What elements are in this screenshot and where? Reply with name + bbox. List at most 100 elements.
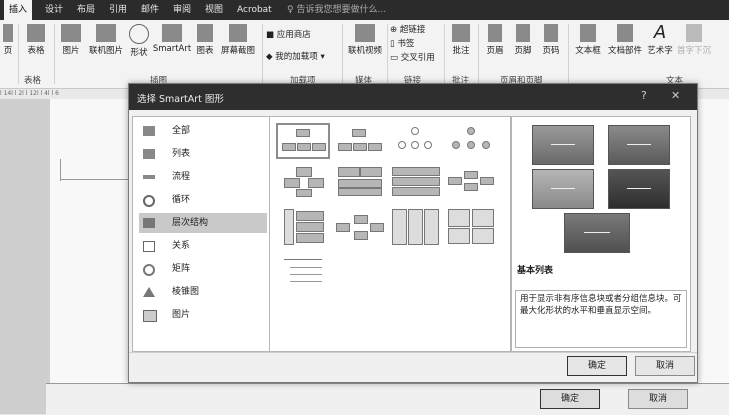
category-pyramid[interactable]: 棱锥图 (139, 282, 267, 302)
outer-dialog-footer (46, 383, 729, 415)
category-matrix[interactable]: 矩阵 (139, 259, 267, 279)
category-cycle[interactable]: 循环 (139, 190, 267, 210)
help-button[interactable]: ? (641, 89, 647, 102)
outer-cancel-button[interactable]: 取消 (628, 389, 688, 409)
wordart-button[interactable]: A 艺术字 (646, 22, 674, 57)
matrix-icon (143, 264, 155, 276)
layout-shape (360, 167, 382, 177)
tell-me-box[interactable]: ♀ 告诉我您想要做什么... (282, 0, 391, 20)
dropcap-label: 首字下沉 (676, 46, 711, 56)
layout-shape (411, 141, 419, 149)
preview-shape (608, 125, 670, 165)
layout-shape (282, 143, 296, 151)
layout-vertical-list[interactable] (280, 209, 326, 245)
layout-shape (308, 178, 324, 188)
layout-architecture[interactable] (392, 167, 440, 196)
layout-hierarchy-list[interactable] (448, 209, 494, 245)
page-number-button[interactable]: 页码 (538, 24, 564, 56)
ok-button[interactable]: 确定 (567, 356, 627, 376)
layout-org-chart[interactable] (276, 123, 330, 159)
tab-mailings[interactable]: 邮件 (136, 0, 164, 20)
layout-horizontal-org[interactable] (336, 209, 384, 245)
online-video-button[interactable]: 联机视频 (345, 24, 385, 56)
category-hierarchy[interactable]: 层次结构 (139, 213, 267, 233)
bookmark-button[interactable]: ▯ 书签 (390, 37, 414, 49)
my-addins-button[interactable]: ◆ 我的加载项 ▾ (266, 50, 325, 62)
layout-shape (448, 177, 462, 185)
category-picture[interactable]: 图片 (139, 305, 267, 325)
page-number-icon (544, 24, 558, 42)
page-button[interactable]: 页 (0, 24, 16, 56)
list-icon (143, 149, 155, 159)
tab-view[interactable]: 视图 (200, 0, 228, 20)
tab-references[interactable]: 引用 (104, 0, 132, 20)
footer-button[interactable]: 页脚 (510, 24, 536, 56)
doc-parts-label: 文档部件 (607, 46, 642, 56)
category-label: 矩阵 (172, 264, 191, 274)
layout-shape (392, 209, 407, 245)
link-icon: ⊕ (390, 25, 398, 35)
table-button[interactable]: 表格 (22, 24, 50, 56)
cross-ref-button[interactable]: ▭ 交叉引用 (390, 51, 435, 63)
hyperlink-button[interactable]: ⊕ 超链接 (390, 23, 425, 35)
layout-shape (398, 141, 406, 149)
online-picture-button[interactable]: 联机图片 (86, 24, 126, 56)
doc-parts-icon (617, 24, 633, 42)
textbox-button[interactable]: 文本框 (572, 24, 604, 56)
outer-ok-button[interactable]: 确定 (540, 389, 600, 409)
tab-insert[interactable]: 插入 (4, 0, 33, 20)
comment-icon (452, 24, 470, 42)
category-process[interactable]: 流程 (139, 167, 267, 187)
shapes-button[interactable]: 形状 (128, 24, 150, 58)
tab-acrobat[interactable]: Acrobat (232, 0, 277, 20)
layout-horizontal-hierarchy[interactable] (448, 167, 494, 195)
all-icon (143, 126, 155, 136)
category-all[interactable]: 全部 (139, 121, 267, 141)
smartart-button[interactable]: SmartArt (152, 24, 192, 54)
layout-lined-list[interactable] (280, 255, 326, 283)
screenshot-button[interactable]: 屏幕截图 (218, 24, 258, 56)
layout-labeled-hierarchy[interactable] (448, 127, 494, 155)
category-label: 层次结构 (172, 218, 209, 228)
tab-design[interactable]: 设计 (40, 0, 68, 20)
chart-icon (197, 24, 213, 42)
category-label: 全部 (172, 126, 191, 136)
layout-hierarchy[interactable] (280, 167, 326, 197)
layout-grouped-list[interactable] (392, 209, 439, 245)
comment-label: 批注 (452, 46, 470, 56)
divider (342, 24, 343, 84)
header-label: 页眉 (486, 46, 504, 56)
layout-name-title-org[interactable] (336, 127, 382, 155)
wordart-icon: A (653, 22, 667, 43)
doc-parts-button[interactable]: 文档部件 (606, 24, 644, 56)
screenshot-label: 屏幕截图 (220, 46, 255, 56)
layout-shape (296, 222, 324, 232)
layout-circle-org[interactable] (392, 127, 438, 155)
layout-shape (480, 177, 494, 185)
picture-button[interactable]: 图片 (58, 24, 84, 56)
tab-review[interactable]: 审阅 (168, 0, 196, 20)
close-button[interactable]: ✕ (671, 89, 680, 102)
dropcap-button[interactable]: 首字下沉 (676, 24, 712, 56)
tab-layout[interactable]: 布局 (72, 0, 100, 20)
margin-mark (60, 159, 61, 181)
camera-icon (229, 24, 247, 42)
layout-shape (392, 187, 440, 196)
layout-shape (368, 143, 382, 151)
layout-shape (354, 215, 368, 224)
header-button[interactable]: 页眉 (482, 24, 508, 56)
shapes-label: 形状 (130, 48, 148, 58)
layout-table-hierarchy[interactable] (336, 167, 382, 196)
cancel-button[interactable]: 取消 (635, 356, 695, 376)
category-list-item[interactable]: 列表 (139, 144, 267, 164)
layout-line (284, 259, 322, 260)
preview-title: 基本列表 (517, 266, 554, 276)
category-relationship[interactable]: 关系 (139, 236, 267, 256)
comment-button[interactable]: 批注 (448, 24, 474, 56)
chart-button[interactable]: 图表 (194, 24, 216, 56)
store-button[interactable]: ■ 应用商店 (266, 28, 311, 40)
dialog-title: 选择 SmartArt 图形 (137, 94, 224, 105)
category-label: 棱锥图 (172, 287, 200, 297)
layout-shape (336, 223, 350, 232)
description-box: 用于显示非有序信息块或者分组信息块。可最大化形状的水平和垂直显示空间。 (515, 290, 687, 348)
